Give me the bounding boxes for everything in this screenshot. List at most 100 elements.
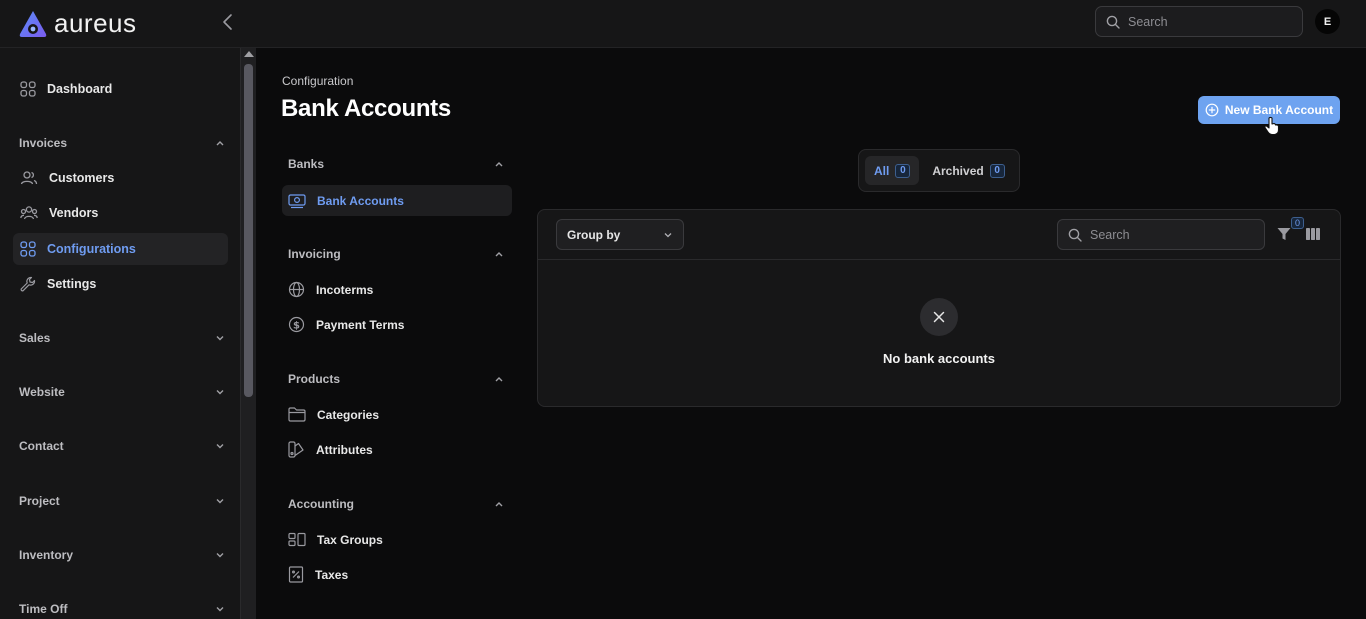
breadcrumb[interactable]: Configuration <box>282 74 353 88</box>
subnav-group-accounting[interactable]: Accounting <box>288 493 504 515</box>
subnav-group-label: Banks <box>288 157 325 171</box>
columns-button[interactable] <box>1305 226 1323 244</box>
subnav-group-banks[interactable]: Banks <box>288 153 504 175</box>
main-content: Configuration Bank Accounts New Bank Acc… <box>256 48 1366 619</box>
sidebar-group-website[interactable]: Website <box>19 380 225 404</box>
chevron-down-icon <box>216 553 224 558</box>
top-bar: aureus E <box>0 0 1366 48</box>
subnav-item-incoterms[interactable]: Incoterms <box>282 274 512 305</box>
subnav-group-label: Accounting <box>288 497 354 511</box>
globe-icon <box>288 281 305 298</box>
sidebar-group-label: Sales <box>19 331 51 345</box>
subnav-item-taxes[interactable]: Taxes <box>282 559 512 590</box>
sidebar-group-label: Project <box>19 494 60 508</box>
sidebar-group-invoices[interactable]: Invoices <box>19 131 225 155</box>
filter-count-badge: 0 <box>1291 217 1304 229</box>
count-badge: 0 <box>895 163 911 178</box>
chevron-up-icon <box>495 162 503 167</box>
sidebar-group-sales[interactable]: Sales <box>19 326 225 350</box>
tab-label: Archived <box>932 163 984 178</box>
user-avatar[interactable]: E <box>1315 9 1340 34</box>
tab-all[interactable]: All 0 <box>865 156 920 185</box>
hand-cursor-icon <box>1264 116 1280 136</box>
scroll-thumb[interactable] <box>244 64 253 397</box>
sidebar-item-label: Dashboard <box>47 82 113 96</box>
sidebar-scrollbar[interactable] <box>240 48 256 619</box>
subnav-group-label: Products <box>288 372 341 386</box>
chevron-up-icon <box>495 502 503 507</box>
sidebar-group-label: Time Off <box>19 602 68 616</box>
table-search[interactable] <box>1057 219 1265 250</box>
chevron-down-icon <box>216 336 224 341</box>
chevron-down-icon <box>216 390 224 395</box>
subnav-item-label: Taxes <box>315 567 349 582</box>
subnav-item-payment-terms[interactable]: $ Payment Terms <box>282 309 512 340</box>
chevron-down-icon <box>664 232 672 237</box>
global-search-input[interactable] <box>1128 14 1288 29</box>
group-by-select[interactable]: Group by <box>556 219 684 250</box>
subnav-item-label: Bank Accounts <box>317 193 404 208</box>
subnav-group-label: Invoicing <box>288 247 341 261</box>
logo-text: aureus <box>54 8 137 38</box>
chevron-up-icon <box>495 377 503 382</box>
subnav-item-tax-groups[interactable]: Tax Groups <box>282 524 512 555</box>
folder-icon <box>288 407 306 422</box>
wrench-icon <box>20 276 36 292</box>
subnav-item-bank-accounts[interactable]: Bank Accounts <box>282 185 512 216</box>
logo[interactable]: aureus <box>18 8 137 39</box>
chevron-down-icon <box>216 607 224 612</box>
table-panel: Group by 0 No bank accounts <box>537 209 1341 407</box>
chevron-up-icon <box>495 252 503 257</box>
sidebar-item-vendors[interactable]: Vendors <box>13 197 228 229</box>
filter-tabs: All 0 Archived 0 <box>858 149 1020 192</box>
subnav-item-label: Tax Groups <box>317 532 383 547</box>
sidebar-group-contact[interactable]: Contact <box>19 434 225 458</box>
table-search-input[interactable] <box>1090 227 1250 242</box>
page-title: Bank Accounts <box>281 95 451 122</box>
subnav-item-label: Attributes <box>316 442 373 457</box>
sidebar-item-customers[interactable]: Customers <box>13 162 228 194</box>
dollar-circle-icon: $ <box>288 316 305 333</box>
sidebar-group-time-off[interactable]: Time Off <box>19 597 225 619</box>
sidebar-item-settings[interactable]: Settings <box>13 268 228 300</box>
sidebar-item-dashboard[interactable]: Dashboard <box>13 73 228 105</box>
funnel-icon <box>1277 228 1291 240</box>
sidebar-group-project[interactable]: Project <box>19 489 225 513</box>
global-search[interactable] <box>1095 6 1303 37</box>
scroll-up-arrow[interactable] <box>244 51 254 57</box>
subnav-item-label: Incoterms <box>316 282 374 297</box>
chevron-left-icon <box>223 14 232 30</box>
svg-text:$: $ <box>293 320 300 331</box>
receipt-percent-icon <box>288 566 304 583</box>
empty-state-text: No bank accounts <box>883 351 995 366</box>
subnav-item-attributes[interactable]: Attributes <box>282 434 512 465</box>
subnav-item-label: Payment Terms <box>316 317 405 332</box>
new-button-label: New Bank Account <box>1224 103 1334 117</box>
sidebar-group-label: Website <box>19 385 65 399</box>
chevron-down-icon <box>216 444 224 449</box>
tab-archived[interactable]: Archived 0 <box>923 156 1013 185</box>
columns-icon <box>1306 228 1320 240</box>
group-by-label: Group by <box>567 227 621 242</box>
count-badge: 0 <box>989 163 1005 178</box>
grid-icon <box>20 81 36 97</box>
user-group-icon <box>20 206 38 220</box>
users-icon <box>20 171 38 185</box>
aureus-logo-icon <box>19 10 47 37</box>
close-icon <box>933 311 945 323</box>
subnav-group-invoicing[interactable]: Invoicing <box>288 243 504 265</box>
subnav-group-products[interactable]: Products <box>288 368 504 390</box>
sidebar-group-inventory[interactable]: Inventory <box>19 543 225 567</box>
collapse-sidebar-button[interactable] <box>219 12 237 32</box>
sidebar: Dashboard Invoices Customers Vendors Con… <box>0 48 240 619</box>
sidebar-item-label: Configurations <box>47 242 136 256</box>
sidebar-item-label: Settings <box>47 277 97 291</box>
subnav-item-categories[interactable]: Categories <box>282 399 512 430</box>
plus-circle-icon <box>1205 103 1219 117</box>
grid-icon <box>20 241 36 257</box>
sidebar-item-configurations[interactable]: Configurations <box>13 233 228 265</box>
chevron-up-icon <box>216 141 224 146</box>
sidebar-item-label: Vendors <box>49 206 99 220</box>
filter-button[interactable] <box>1276 226 1294 244</box>
empty-state-icon <box>920 298 958 336</box>
